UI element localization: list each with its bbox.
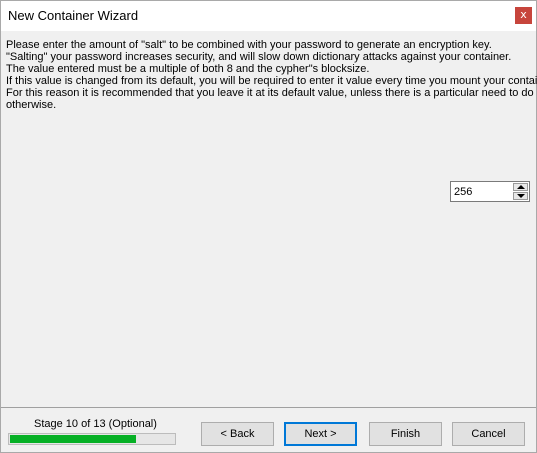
progress-fill <box>10 435 136 443</box>
salt-spinner <box>450 181 530 202</box>
description-line: "Salting" your password increases securi… <box>6 51 512 63</box>
description-line: otherwise. <box>6 99 57 111</box>
wizard-content: Please enter the amount of "salt" to be … <box>1 31 537 405</box>
finish-button[interactable]: Finish <box>369 422 442 446</box>
close-button[interactable]: x <box>515 7 532 24</box>
salt-value-input[interactable] <box>451 182 514 201</box>
spin-up-button[interactable] <box>513 183 528 191</box>
spinner-buttons <box>513 183 528 200</box>
arrow-down-icon <box>517 194 525 198</box>
spin-down-button[interactable] <box>513 192 528 200</box>
window-title: New Container Wizard <box>8 8 139 23</box>
next-button[interactable]: Next > <box>284 422 357 446</box>
title-bar: New Container Wizard x <box>1 1 536 31</box>
wizard-footer: Stage 10 of 13 (Optional) < Back Next > … <box>1 408 536 452</box>
description-line: For this reason it is recommended that y… <box>6 87 534 99</box>
arrow-up-icon <box>517 185 525 189</box>
description-line: If this value is changed from its defaul… <box>6 75 537 87</box>
close-icon: x <box>520 8 527 21</box>
description-line: Please enter the amount of "salt" to be … <box>6 39 492 51</box>
salt-description: Please enter the amount of "salt" to be … <box>6 39 537 111</box>
cancel-button[interactable]: Cancel <box>452 422 525 446</box>
stage-progress-bar <box>8 433 176 445</box>
wizard-window: New Container Wizard x Please enter the … <box>0 0 537 453</box>
stage-label: Stage 10 of 13 (Optional) <box>34 418 157 430</box>
description-line: The value entered must be a multiple of … <box>6 63 370 75</box>
back-button[interactable]: < Back <box>201 422 274 446</box>
